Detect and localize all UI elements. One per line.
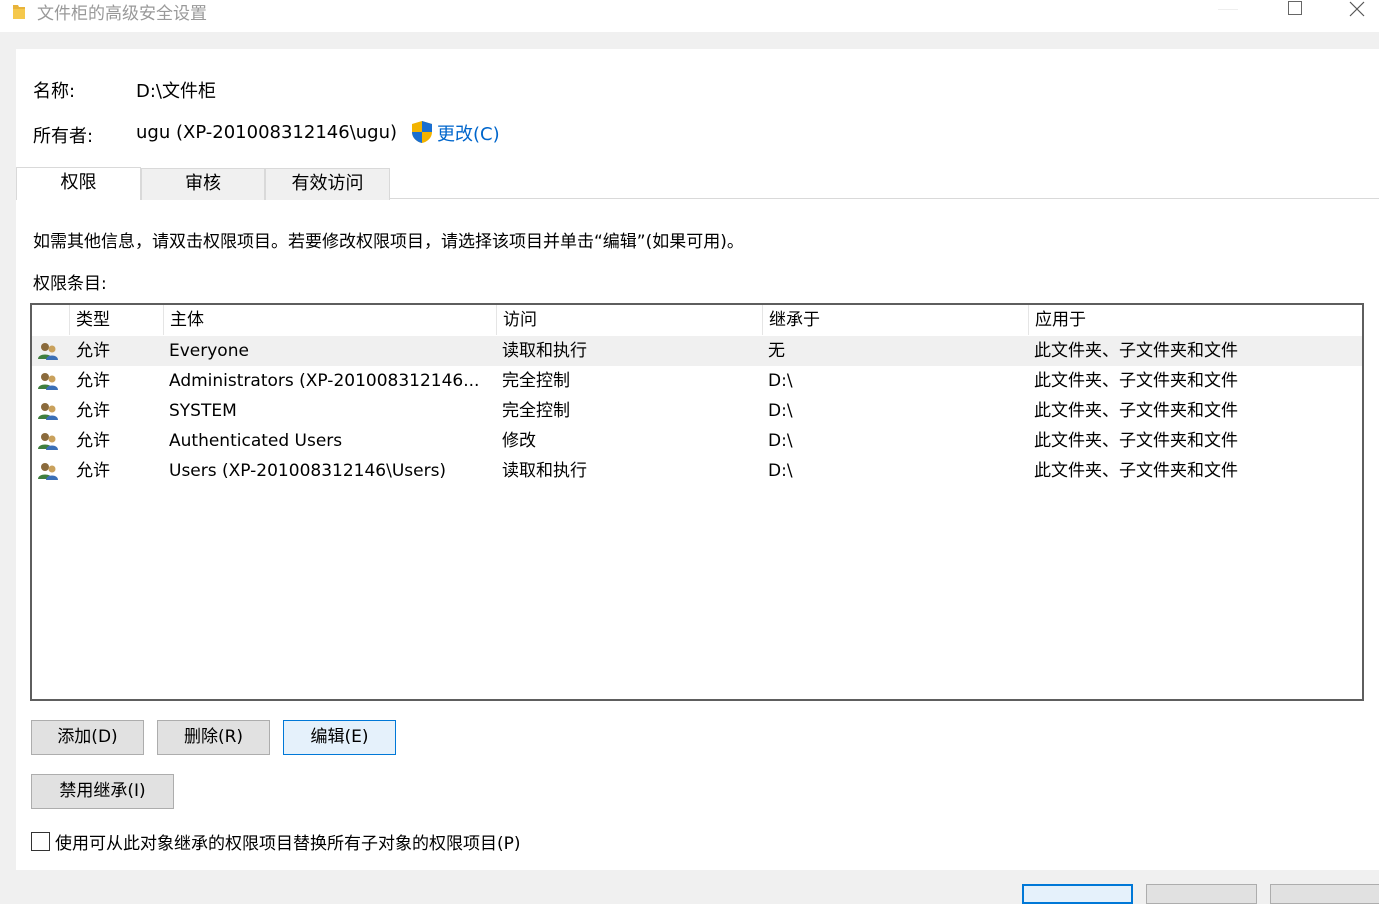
row-inherited-from: D:\: [768, 461, 793, 481]
users-group-icon: [38, 343, 58, 360]
row-principal: Users (XP-201008312146\Users): [169, 461, 447, 481]
replace-child-permissions-checkbox[interactable]: [31, 832, 50, 851]
name-label: 名称:: [33, 81, 76, 102]
row-inherited-from: D:\: [768, 431, 793, 451]
row-applies-to: 此文件夹、子文件夹和文件: [1034, 341, 1238, 361]
row-access: 完全控制: [502, 401, 570, 421]
table-row[interactable]: 允许 Users (XP-201008312146\Users) 读取和执行 D…: [32, 456, 1362, 486]
edit-button[interactable]: 编辑(E): [283, 720, 396, 755]
row-type: 允许: [76, 401, 110, 421]
row-inherited-from: D:\: [768, 401, 793, 421]
row-type: 允许: [76, 341, 110, 361]
minimize-icon[interactable]: [1206, 0, 1252, 24]
row-principal: SYSTEM: [169, 401, 237, 421]
column-header-applies-to[interactable]: 应用于: [1028, 305, 1362, 335]
users-group-icon: [38, 403, 58, 420]
row-principal: Everyone: [169, 341, 249, 361]
row-type: 允许: [76, 371, 110, 391]
replace-child-permissions-label[interactable]: 使用可从此对象继承的权限项目替换所有子对象的权限项目(P): [55, 829, 521, 854]
table-row[interactable]: 允许 SYSTEM 完全控制 D:\ 此文件夹、子文件夹和文件: [32, 396, 1362, 426]
entries-label: 权限条目:: [33, 274, 107, 294]
tab-permissions[interactable]: 权限: [16, 167, 141, 200]
ok-button[interactable]: [1022, 884, 1133, 904]
maximize-icon[interactable]: [1272, 0, 1318, 24]
apply-button[interactable]: [1270, 884, 1379, 904]
uac-shield-icon: [412, 121, 432, 143]
cancel-button[interactable]: [1146, 884, 1257, 904]
row-applies-to: 此文件夹、子文件夹和文件: [1034, 401, 1238, 421]
table-row[interactable]: 允许 Everyone 读取和执行 无 此文件夹、子文件夹和文件: [32, 336, 1362, 366]
users-group-icon: [38, 433, 58, 450]
title-bar: 文件柜的高级安全设置: [0, 0, 1379, 32]
close-icon[interactable]: [1333, 0, 1379, 24]
remove-button[interactable]: 删除(R): [157, 720, 270, 755]
table-row[interactable]: 允许 Administrators (XP-201008312146... 完全…: [32, 366, 1362, 396]
owner-value: ugu (XP-201008312146\ugu): [136, 122, 398, 143]
name-value: D:\文件柜: [136, 81, 216, 102]
row-access: 修改: [502, 431, 536, 451]
disable-inheritance-button[interactable]: 禁用继承(I): [31, 774, 174, 809]
row-inherited-from: 无: [768, 341, 785, 361]
row-principal: Authenticated Users: [169, 431, 343, 451]
add-button[interactable]: 添加(D): [31, 720, 144, 755]
permission-entries-list[interactable]: 类型 主体 访问 继承于 应用于 允许 Everyone 读取和执行 无 此文件…: [30, 303, 1364, 701]
table-row[interactable]: 允许 Authenticated Users 修改 D:\ 此文件夹、子文件夹和…: [32, 426, 1362, 456]
row-applies-to: 此文件夹、子文件夹和文件: [1034, 371, 1238, 391]
tab-auditing[interactable]: 审核: [141, 168, 265, 200]
folder-icon: [13, 5, 25, 19]
column-header-access[interactable]: 访问: [496, 305, 762, 335]
column-header-type[interactable]: 类型: [69, 305, 163, 335]
users-group-icon: [38, 463, 58, 480]
users-group-icon: [38, 373, 58, 390]
owner-label: 所有者:: [33, 126, 94, 147]
row-type: 允许: [76, 431, 110, 451]
row-type: 允许: [76, 461, 110, 481]
column-header-inherited-from[interactable]: 继承于: [762, 305, 1028, 335]
description-text: 如需其他信息，请双击权限项目。若要修改权限项目，请选择该项目并单击“编辑”(如果…: [33, 232, 744, 252]
tab-effective-access[interactable]: 有效访问: [265, 168, 390, 200]
row-access: 读取和执行: [502, 461, 587, 481]
row-access: 读取和执行: [502, 341, 587, 361]
change-owner-link[interactable]: 更改(C): [437, 120, 500, 146]
row-applies-to: 此文件夹、子文件夹和文件: [1034, 431, 1238, 451]
window-title: 文件柜的高级安全设置: [37, 4, 207, 24]
row-principal: Administrators (XP-201008312146...: [169, 371, 480, 391]
column-header-principal[interactable]: 主体: [163, 305, 496, 335]
row-access: 完全控制: [502, 371, 570, 391]
row-applies-to: 此文件夹、子文件夹和文件: [1034, 461, 1238, 481]
row-inherited-from: D:\: [768, 371, 793, 391]
